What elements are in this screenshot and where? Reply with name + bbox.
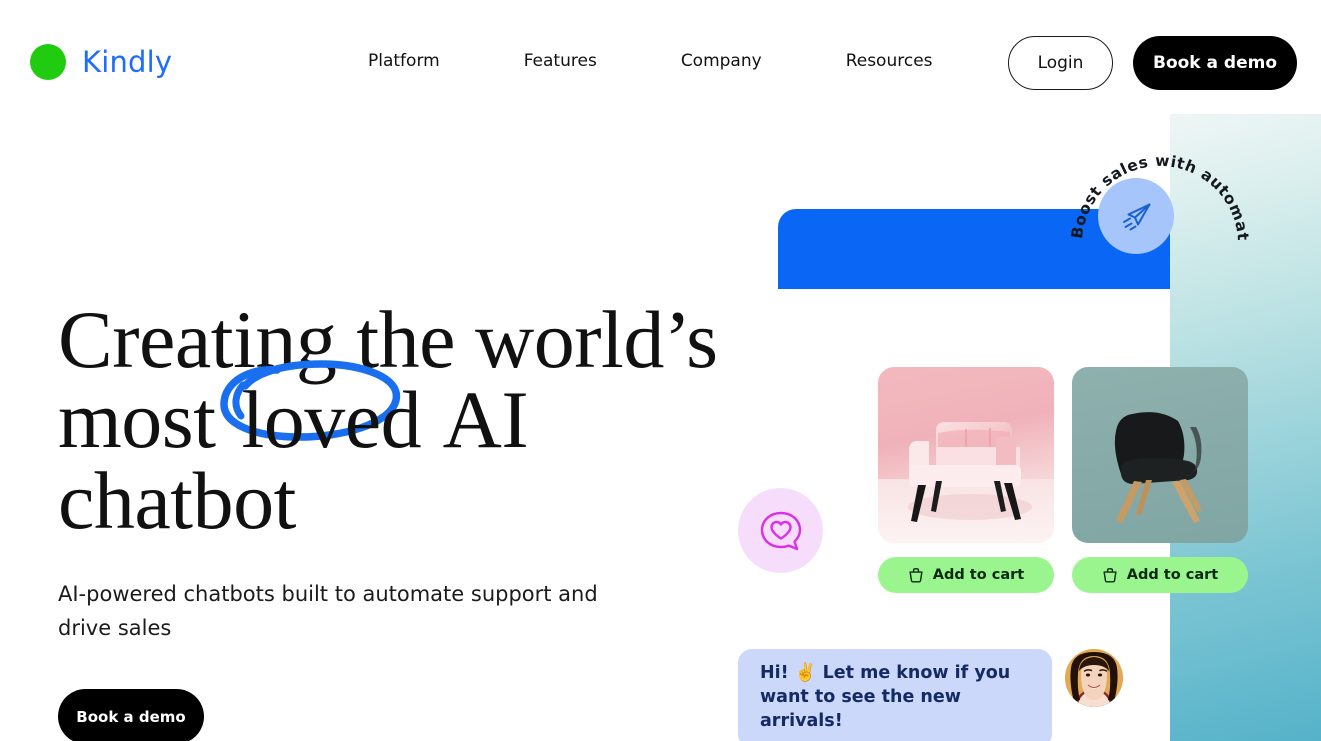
brand-name: Kindly: [82, 44, 173, 79]
chat-message-bubble: Hi! ✌️ Let me know if you want to see th…: [738, 649, 1052, 741]
headline-line-2-pre: most: [58, 374, 236, 466]
add-to-cart-button-2[interactable]: Add to cart: [1072, 557, 1248, 593]
login-button[interactable]: Login: [1008, 36, 1113, 90]
add-to-cart-label-2: Add to cart: [1126, 567, 1219, 583]
book-demo-button-hero[interactable]: Book a demo: [58, 689, 204, 741]
nav-item-features[interactable]: Features: [524, 51, 597, 71]
black-dining-chair-illustration-icon: [1114, 412, 1202, 523]
add-to-cart-label-1: Add to cart: [932, 567, 1025, 583]
headline-line-2: most loved AI: [58, 360, 698, 461]
product-card: Add to cart: [1072, 367, 1248, 593]
avatar: [1065, 649, 1123, 707]
brand-logo-link[interactable]: Kindly: [30, 44, 172, 80]
nav-item-resources[interactable]: Resources: [846, 51, 933, 71]
pink-armchair-illustration-icon: [878, 422, 1054, 543]
paper-plane-icon: [1123, 203, 1151, 231]
page-title: Creating the world’s most loved AI chatb…: [58, 294, 718, 546]
primary-navigation: Platform Features Company Resources: [368, 51, 933, 71]
agent-avatar-photo-icon: [1065, 649, 1123, 707]
nav-item-platform[interactable]: Platform: [368, 51, 440, 71]
chat-message-row: Hi! ✌️ Let me know if you want to see th…: [738, 649, 1123, 741]
nav-item-company[interactable]: Company: [681, 51, 762, 71]
shopping-basket-icon: [909, 567, 923, 583]
add-to-cart-button-1[interactable]: Add to cart: [878, 557, 1054, 593]
book-demo-button-header[interactable]: Book a demo: [1133, 36, 1297, 90]
headline-line-3: chatbot: [58, 454, 296, 546]
headline-line-2-post: AI: [427, 374, 529, 466]
heart-chat-badge: [738, 488, 823, 573]
highlighted-word-text: loved: [241, 374, 422, 466]
product-card: Add to cart: [878, 367, 1054, 593]
hero-subheadline: AI-powered chatbots built to automate su…: [58, 582, 598, 641]
boost-sales-badge: Boost sales with automation: [1054, 126, 1260, 340]
site-header: Kindly Platform Features Company Resourc…: [0, 0, 1321, 114]
badge-icon-circle: [1098, 178, 1174, 254]
green-circle-logo-icon: [30, 44, 66, 80]
heart-chat-bubble-icon: [760, 511, 801, 550]
product-image-pink-armchair: [878, 367, 1054, 543]
header-actions: Login Book a demo: [1008, 36, 1297, 90]
shopping-basket-icon: [1103, 567, 1117, 583]
hero-content: Creating the world’s most loved AI chatb…: [58, 294, 718, 741]
hero-page: Kindly Platform Features Company Resourc…: [0, 0, 1321, 741]
product-image-black-chair: [1072, 367, 1248, 543]
highlighted-word: loved: [220, 360, 427, 461]
headline-line-1: Creating the world’s: [58, 294, 718, 385]
